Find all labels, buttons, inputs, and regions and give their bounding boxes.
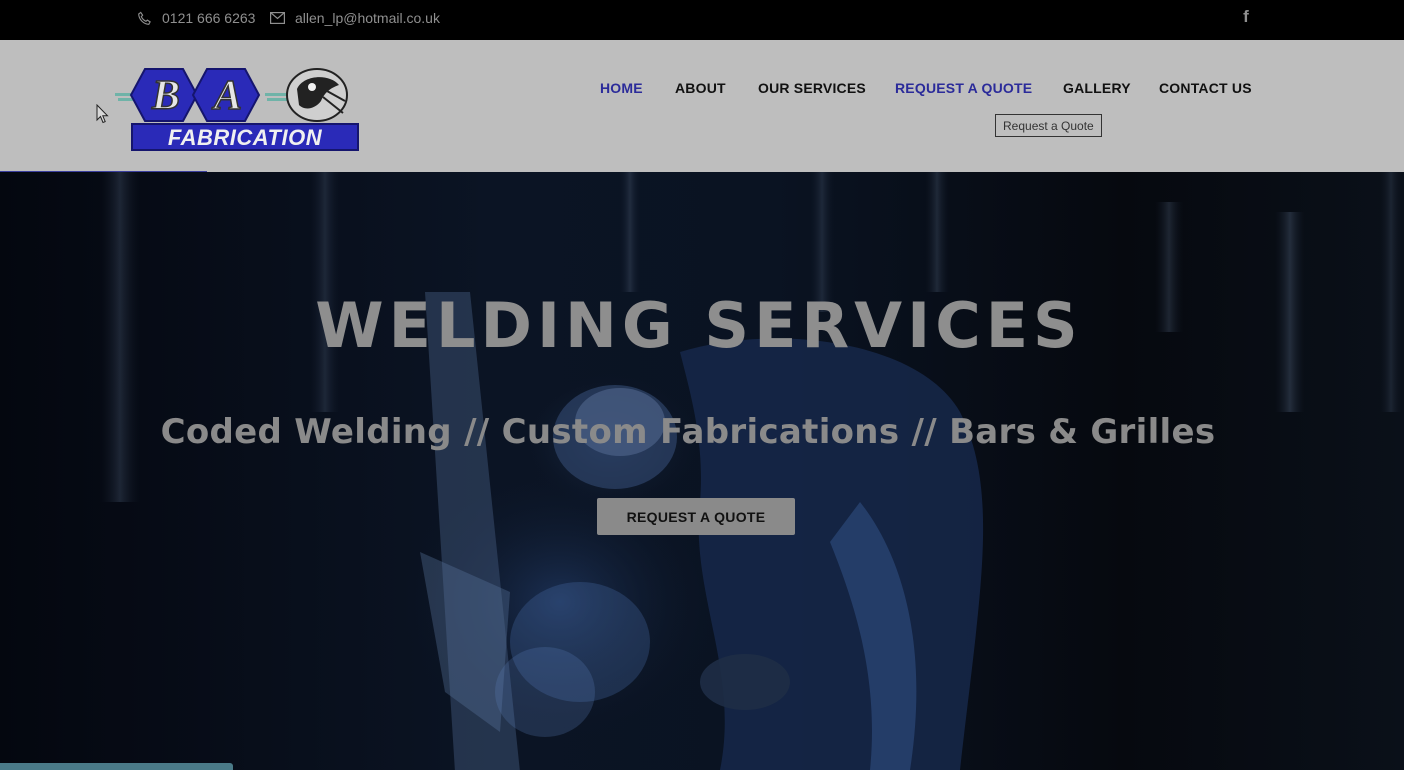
request-quote-button[interactable]: REQUEST A QUOTE	[597, 498, 795, 535]
top-contact-bar: 0121 666 6263 allen_lp@hotmail.co.uk f	[0, 0, 1404, 40]
envelope-icon	[270, 12, 285, 24]
logo-wordmark: FABRICATION	[168, 125, 323, 150]
mouse-pointer-icon	[96, 104, 109, 124]
phone-contact[interactable]: 0121 666 6263	[137, 0, 255, 36]
hero-banner: WELDING SERVICES Coded Welding // Custom…	[0, 172, 1404, 770]
site-header: B A FABRICATION HOME ABOUT OUR SERVICES …	[0, 40, 1404, 172]
facebook-icon[interactable]: f	[1240, 8, 1252, 26]
bottom-accent-bar	[0, 763, 233, 770]
phone-number[interactable]: 0121 666 6263	[162, 10, 255, 26]
nav-tooltip: Request a Quote	[995, 114, 1102, 137]
nav-request-a-quote[interactable]: REQUEST A QUOTE	[895, 80, 1032, 96]
main-nav: HOME ABOUT OUR SERVICES REQUEST A QUOTE …	[0, 80, 1404, 100]
email-contact[interactable]: allen_lp@hotmail.co.uk	[270, 0, 440, 36]
nav-contact-us[interactable]: CONTACT US	[1159, 80, 1252, 96]
hero-subtitle: Coded Welding // Custom Fabrications // …	[160, 412, 1216, 452]
email-address[interactable]: allen_lp@hotmail.co.uk	[295, 10, 440, 26]
nav-our-services[interactable]: OUR SERVICES	[758, 80, 866, 96]
phone-icon	[138, 11, 151, 25]
nav-home[interactable]: HOME	[600, 80, 643, 96]
nav-gallery[interactable]: GALLERY	[1063, 80, 1131, 96]
hero-title: WELDING SERVICES	[315, 289, 1083, 362]
nav-about[interactable]: ABOUT	[675, 80, 726, 96]
hero-background-image	[100, 172, 1402, 770]
